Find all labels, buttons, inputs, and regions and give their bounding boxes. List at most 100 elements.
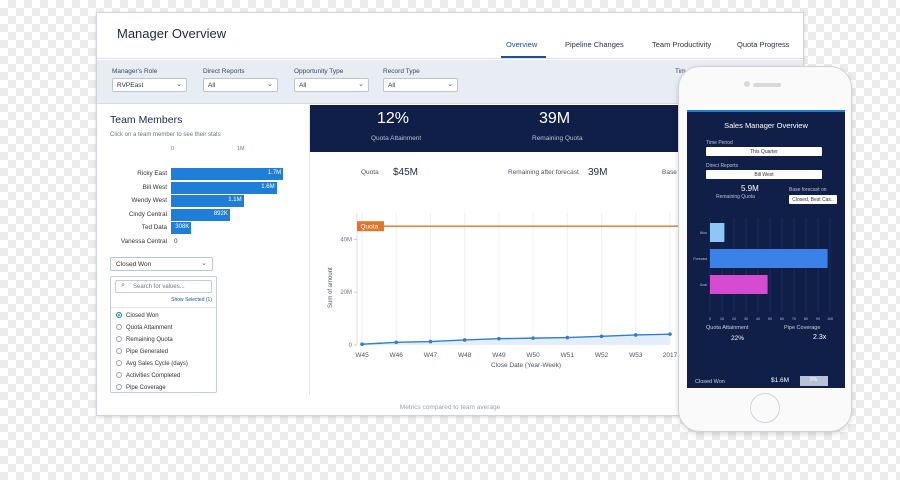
team-member-name[interactable]: Wendy West bbox=[97, 197, 167, 204]
phone-bar-label: Forecast bbox=[693, 257, 707, 261]
chevron-down-icon: ⌄ bbox=[447, 81, 453, 88]
stat-remaining-value: 39M bbox=[588, 167, 608, 178]
radio-button[interactable] bbox=[116, 312, 122, 318]
team-member-name[interactable]: Ted Data bbox=[97, 224, 167, 231]
phone-time-period-select[interactable]: This Quarter bbox=[706, 147, 822, 156]
filter-label-direct-reports: Direct Reports bbox=[203, 68, 245, 75]
line-chart: Sum of amount 0 20M 40M Quota W45 W46 W47 W48 W4… bbox=[323, 193, 685, 373]
kpi-quota-attainment-value: 12% bbox=[377, 110, 410, 127]
tab-pipeline-changes[interactable]: Pipeline Changes bbox=[565, 40, 624, 49]
radio-button[interactable] bbox=[116, 324, 122, 330]
filter-role-select[interactable]: RVPEast ⌄ bbox=[112, 78, 187, 92]
tab-team-productivity[interactable]: Team Productivity bbox=[652, 40, 711, 49]
kpi-remaining-quota-label: Remaining Quota bbox=[532, 135, 583, 142]
data-point bbox=[394, 340, 399, 345]
phone-home-button[interactable] bbox=[750, 393, 780, 423]
search-input[interactable]: ⌕ Search for values... bbox=[115, 280, 212, 293]
filter-record-type-value: All bbox=[388, 82, 396, 89]
phone-axis-tick: 80 bbox=[804, 317, 808, 321]
line-chart-svg: 0 20M 40M Quota W45 W46 W47 W48 W49 W50 W51 W52 W53 2… bbox=[340, 213, 685, 369]
metric-option[interactable]: Closed Won bbox=[116, 312, 159, 319]
team-member-value: 308K bbox=[175, 224, 190, 231]
team-member-bar[interactable]: 1.1M bbox=[171, 195, 244, 208]
data-point bbox=[668, 332, 672, 336]
filter-role-value: RVPEast bbox=[117, 82, 144, 89]
team-member-value: 1.1M bbox=[228, 197, 242, 204]
stat-base-label: Base bbox=[662, 169, 677, 176]
radio-button[interactable] bbox=[116, 360, 122, 366]
data-point bbox=[428, 339, 433, 344]
filter-record-type-select[interactable]: All ⌄ bbox=[383, 78, 458, 92]
phone-closed-won-value: $1.6M bbox=[771, 377, 790, 384]
radio-button[interactable] bbox=[116, 348, 122, 354]
radio-button[interactable] bbox=[116, 336, 122, 342]
team-member-name[interactable]: Cindy Central bbox=[97, 211, 167, 218]
phone-axis-tick: 10 bbox=[720, 317, 724, 321]
metric-option[interactable]: Remaining Quota bbox=[116, 336, 173, 343]
phone-remaining-quota-value: 5.9M bbox=[741, 184, 759, 193]
x-tick-label: W52 bbox=[595, 352, 609, 359]
chevron-down-icon: ⌄ bbox=[267, 81, 273, 88]
phone-bar-chart: 0 10 20 30 40 50 60 70 80 90 100 Won Forecast Goal bbox=[693, 218, 833, 321]
phone-axis-tick: 50 bbox=[768, 317, 772, 321]
kpi-remaining-quota-value: 39M bbox=[539, 110, 571, 127]
metric-options-panel: ⌕ Search for values... Show Selected (1) … bbox=[110, 276, 217, 393]
metric-option[interactable]: Activities Completed bbox=[116, 372, 180, 379]
team-member-bar[interactable]: 1.6M bbox=[171, 181, 277, 194]
metric-option[interactable]: Quota Attainment bbox=[116, 324, 172, 331]
data-point bbox=[360, 342, 364, 347]
show-selected-link[interactable]: Show Selected (1) bbox=[171, 297, 212, 303]
phone-speaker bbox=[753, 83, 781, 87]
tab-overview[interactable]: Overview bbox=[506, 40, 537, 49]
filter-direct-reports-value: All bbox=[208, 82, 216, 89]
phone-axis-tick: 100 bbox=[827, 317, 833, 321]
axis-tick-1m: 1M bbox=[237, 146, 245, 152]
team-member-bar[interactable]: 308K bbox=[171, 222, 192, 235]
metric-option[interactable]: Pipe Coverage bbox=[116, 384, 166, 391]
team-members-title: Team Members bbox=[110, 114, 183, 126]
metric-select[interactable]: Closed Won ⌄ bbox=[110, 257, 213, 271]
filter-opportunity-type-value: All bbox=[299, 82, 307, 89]
tab-quota-progress[interactable]: Quota Progress bbox=[737, 40, 790, 49]
active-tab-indicator bbox=[501, 56, 546, 58]
team-member-bar[interactable]: 1.7M bbox=[171, 168, 284, 180]
phone-closed-won-pct: 9% bbox=[810, 377, 818, 383]
stat-remaining-label: Remaining after forecast bbox=[508, 169, 579, 176]
data-point bbox=[531, 336, 535, 340]
search-icon: ⌕ bbox=[121, 282, 125, 289]
team-member-name[interactable]: Ricky East bbox=[97, 170, 167, 177]
phone-device: Sales Manager Overview Time Period This … bbox=[678, 66, 852, 432]
filter-opportunity-type-select[interactable]: All ⌄ bbox=[294, 78, 369, 92]
y-tick-label: 20M bbox=[340, 290, 352, 296]
phone-bar bbox=[710, 275, 768, 294]
metric-option[interactable]: Pipe Generated bbox=[116, 348, 168, 355]
team-member-bar[interactable]: 892K bbox=[171, 208, 230, 221]
team-member-name[interactable]: Vanessa Central bbox=[97, 238, 167, 245]
filter-direct-reports-select[interactable]: All ⌄ bbox=[203, 78, 278, 92]
phone-base-forecast-select[interactable]: Closed, Best Cas.. bbox=[789, 195, 837, 204]
x-tick-label: W53 bbox=[629, 352, 643, 359]
chevron-down-icon: ⌄ bbox=[201, 260, 207, 267]
phone-direct-reports-label: Direct Reports bbox=[706, 163, 738, 169]
phone-quota-attainment-value: 22% bbox=[731, 335, 745, 342]
team-member-name[interactable]: Bill West bbox=[97, 184, 167, 191]
phone-direct-reports-select[interactable]: Bill West bbox=[706, 170, 822, 179]
phone-time-period-label: Time Period bbox=[706, 140, 733, 146]
radio-button[interactable] bbox=[116, 384, 122, 390]
kpi-quota-attainment-label: Quota Attainment bbox=[371, 135, 422, 142]
radio-button[interactable] bbox=[116, 372, 122, 378]
x-tick-label: 2017 bbox=[663, 352, 678, 359]
phone-base-forecast-label: Base forecast on bbox=[789, 187, 827, 193]
filter-label-opportunity-type: Opportunity Type bbox=[294, 68, 344, 75]
search-placeholder: Search for values... bbox=[133, 284, 185, 290]
phone-screen: Sales Manager Overview Time Period This … bbox=[687, 110, 845, 388]
phone-pipe-coverage-value: 2.3x bbox=[813, 334, 827, 341]
quota-tag-label: Quota bbox=[361, 224, 379, 231]
x-tick-label: W50 bbox=[526, 352, 540, 359]
metric-option[interactable]: Avg Sales Cycle (days) bbox=[116, 360, 188, 367]
metric-select-value: Closed Won bbox=[116, 261, 152, 268]
phone-closed-won-bar: 9% bbox=[800, 376, 828, 386]
data-point bbox=[633, 333, 638, 337]
phone-closed-won-label: Closed Won bbox=[695, 379, 725, 385]
phone-axis-tick: 60 bbox=[780, 317, 784, 321]
